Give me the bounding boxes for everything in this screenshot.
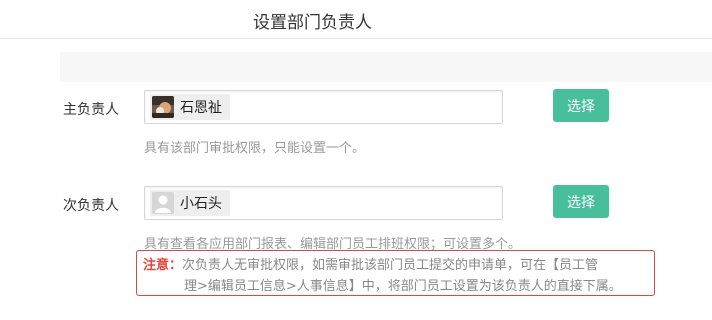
default-user-avatar-icon	[152, 192, 174, 214]
primary-select-button[interactable]: 选择	[553, 89, 609, 122]
primary-owner-field[interactable]: 石恩祉	[144, 90, 503, 124]
page-header: 设置部门负责人	[0, 0, 712, 39]
page-title: 设置部门负责人	[253, 13, 372, 33]
note-text-1: 次负责人无审批权限，如需审批该部门员工提交的申请单，可在【员工管	[182, 258, 599, 273]
note-line-2: 理>编辑员工信息>人事信息】中，将部门员工设置为该负责人的直接下属。	[184, 279, 622, 294]
primary-owner-name: 石恩祉	[180, 100, 222, 116]
primary-owner-hint: 具有该部门审批权限，只能设置一个。	[144, 141, 366, 156]
user-photo-avatar-icon	[152, 96, 174, 118]
primary-owner-chip[interactable]: 石恩祉	[150, 94, 230, 120]
primary-owner-label: 主负责人	[63, 102, 119, 118]
note-label: 注意：	[143, 258, 183, 273]
note-line-1: 注意：次负责人无审批权限，如需审批该部门员工提交的申请单，可在【员工管	[143, 254, 598, 273]
secondary-owner-name: 小石头	[180, 196, 222, 212]
secondary-select-button[interactable]: 选择	[553, 185, 609, 218]
secondary-owner-field[interactable]: 小石头	[144, 186, 503, 220]
secondary-owner-chip[interactable]: 小石头	[150, 190, 230, 216]
header-shadow-band	[60, 52, 712, 82]
secondary-owner-label: 次负责人	[63, 198, 119, 214]
